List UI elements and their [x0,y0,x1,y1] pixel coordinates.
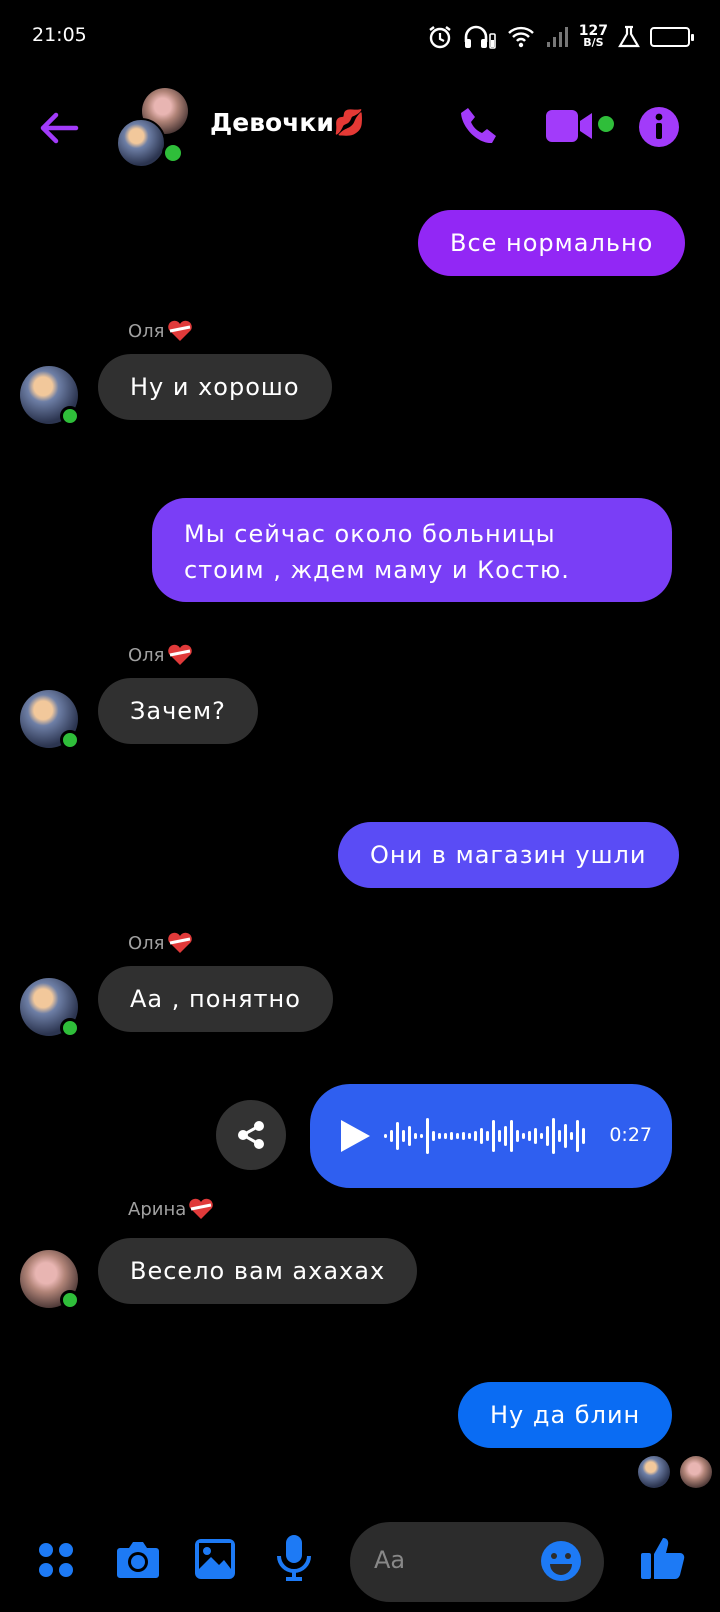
emoji-icon[interactable] [540,1540,582,1582]
status-time: 21:05 [32,24,87,46]
sender-name: Оля [128,932,193,954]
status-icons: 127 B/S 76 [427,22,694,52]
video-active-dot [598,116,614,132]
message-input-placeholder: Aa [374,1546,406,1574]
message-input[interactable]: Aa [350,1522,604,1602]
info-icon[interactable] [638,106,680,148]
incoming-message[interactable]: Весело вам ахахах [98,1238,418,1304]
incoming-message[interactable]: Аа , понятно [98,966,333,1032]
sender-name: Оля [128,644,193,666]
sender-name: Арина [128,1198,214,1220]
read-receipt-avatar [680,1456,712,1488]
incoming-message[interactable]: Зачем? [98,678,258,744]
heart-emoji-icon [167,932,192,953]
member-avatar-olya [116,118,166,168]
voice-duration: 0:27 [609,1124,652,1146]
chat-title[interactable]: Девочки💋 [210,108,365,138]
sender-avatar[interactable] [20,690,80,750]
phone-call-icon[interactable] [458,104,502,148]
heart-emoji-icon [167,644,192,665]
chat-header: Девочки💋 [0,70,720,190]
sender-avatar[interactable] [20,1250,80,1310]
read-receipt-avatar [638,1456,670,1488]
share-button[interactable] [216,1100,286,1170]
signal-icon [546,27,568,47]
outgoing-message[interactable]: Мы сейчас около больницы стоим , ждем ма… [152,498,672,602]
composer-bar: Aa [0,1510,720,1612]
share-icon [238,1121,264,1149]
network-speed: 127 B/S [578,23,608,49]
voice-message[interactable]: 0:27 [310,1084,672,1188]
more-apps-icon[interactable] [38,1542,74,1578]
status-bar: 21:05 127 B/S 76 [0,0,720,70]
gallery-icon[interactable] [194,1538,236,1580]
waveform[interactable] [384,1114,594,1158]
battery-icon: 76 [650,27,694,47]
play-icon[interactable] [338,1118,372,1154]
thumbs-up-icon[interactable] [640,1534,686,1580]
sender-avatar[interactable] [20,366,80,426]
group-avatar[interactable] [112,88,192,168]
alarm-icon [429,26,451,49]
online-indicator [162,142,184,164]
wifi-icon [507,26,534,48]
camera-icon[interactable] [116,1540,160,1580]
incoming-message[interactable]: Ну и хорошо [98,354,332,420]
flask-icon [618,25,640,48]
outgoing-message[interactable]: Все нормально [418,210,686,276]
heart-emoji-icon [189,1198,214,1219]
outgoing-message[interactable]: Они в магазин ушли [338,822,679,888]
back-arrow-icon[interactable] [36,106,80,150]
headphones-icon [464,25,496,49]
outgoing-message[interactable]: Ну да блин [458,1382,673,1448]
heart-emoji-icon [167,320,192,341]
sender-name: Оля [128,320,193,342]
microphone-icon[interactable] [276,1534,312,1582]
sender-avatar[interactable] [20,978,80,1038]
video-call-icon[interactable] [546,108,594,144]
